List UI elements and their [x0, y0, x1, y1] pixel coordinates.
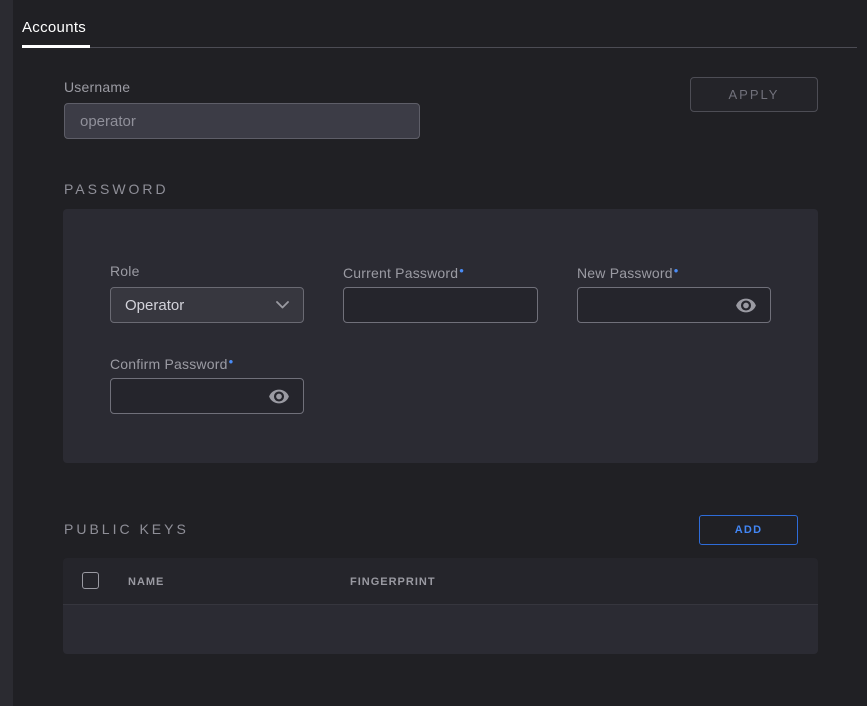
tab-active-underline [22, 45, 90, 48]
new-password-visibility-toggle[interactable] [735, 297, 757, 313]
tab-accounts[interactable]: Accounts [22, 19, 86, 36]
public-keys-section-title: PUBLIC KEYS [64, 521, 189, 537]
add-public-key-button[interactable]: ADD [699, 515, 798, 545]
username-label: Username [64, 79, 130, 95]
tab-bar-divider [22, 47, 857, 48]
password-panel: Role Operator Current Password• New Pass… [63, 209, 818, 463]
new-password-label: New Password• [577, 263, 679, 281]
current-password-input[interactable] [343, 287, 538, 323]
current-password-label: Current Password• [343, 263, 464, 281]
eye-icon [735, 301, 757, 316]
required-marker: • [674, 263, 679, 278]
public-keys-table-empty-row [63, 605, 818, 654]
role-select[interactable]: Operator [110, 287, 304, 323]
confirm-password-visibility-toggle[interactable] [268, 388, 290, 404]
eye-icon [268, 392, 290, 407]
confirm-password-label: Confirm Password• [110, 354, 233, 372]
chevron-down-icon [276, 301, 289, 309]
password-section-title: PASSWORD [64, 181, 169, 197]
left-edge-panel [0, 0, 13, 706]
role-label: Role [110, 263, 140, 279]
required-marker: • [229, 354, 234, 369]
apply-button[interactable]: APPLY [690, 77, 818, 112]
public-keys-table: NAME FINGERPRINT [63, 558, 818, 654]
column-header-fingerprint: FINGERPRINT [350, 576, 436, 588]
role-selected-value: Operator [125, 297, 184, 314]
column-header-name: NAME [128, 576, 164, 588]
required-marker: • [459, 263, 464, 278]
username-input[interactable] [64, 103, 420, 139]
select-all-checkbox[interactable] [82, 572, 99, 589]
public-keys-table-header: NAME FINGERPRINT [63, 558, 818, 605]
